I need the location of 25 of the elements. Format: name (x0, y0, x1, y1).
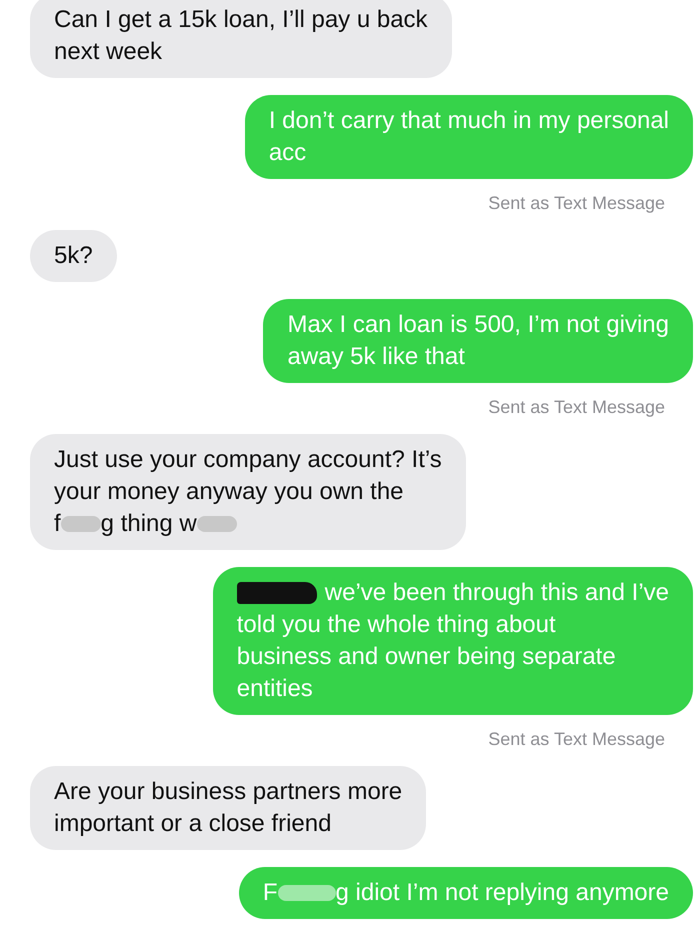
message-text: g thing w (100, 509, 197, 539)
message-text: Can I get a 15k loan, I’ll pay u back (54, 5, 428, 35)
message-text: acc (268, 138, 306, 168)
message-text: Max I can loan is 500, I’m not giving (287, 310, 669, 340)
message-text: away 5k like that (287, 342, 465, 372)
message-text: 5k? (54, 241, 93, 271)
message-text: next week (54, 37, 162, 67)
message-text: we’ve been through this and I’ve (324, 578, 669, 608)
delivery-status: Sent as Text Message (488, 397, 665, 417)
message-text: business and owner being separate (236, 642, 616, 672)
message-text: I don’t carry that much in my personal (268, 106, 669, 136)
message-text: F (262, 878, 278, 908)
message-text: told you the whole thing about (236, 610, 556, 640)
delivery-status: Sent as Text Message (488, 729, 665, 749)
message-text: your money anyway you own the (54, 477, 404, 507)
message-text: g idiot I’m not replying anymore (336, 878, 669, 908)
redaction-blur (60, 516, 101, 532)
message-text: important or a close friend (54, 809, 332, 839)
message-text: Are your business partners more (54, 777, 402, 807)
delivery-status: Sent as Text Message (488, 193, 665, 213)
message-text: f (54, 509, 61, 539)
message-text: Just use your company account? It’s (54, 445, 442, 475)
message-text: entities (236, 674, 313, 704)
redaction-blur (196, 516, 237, 532)
redaction-blur (278, 885, 336, 901)
